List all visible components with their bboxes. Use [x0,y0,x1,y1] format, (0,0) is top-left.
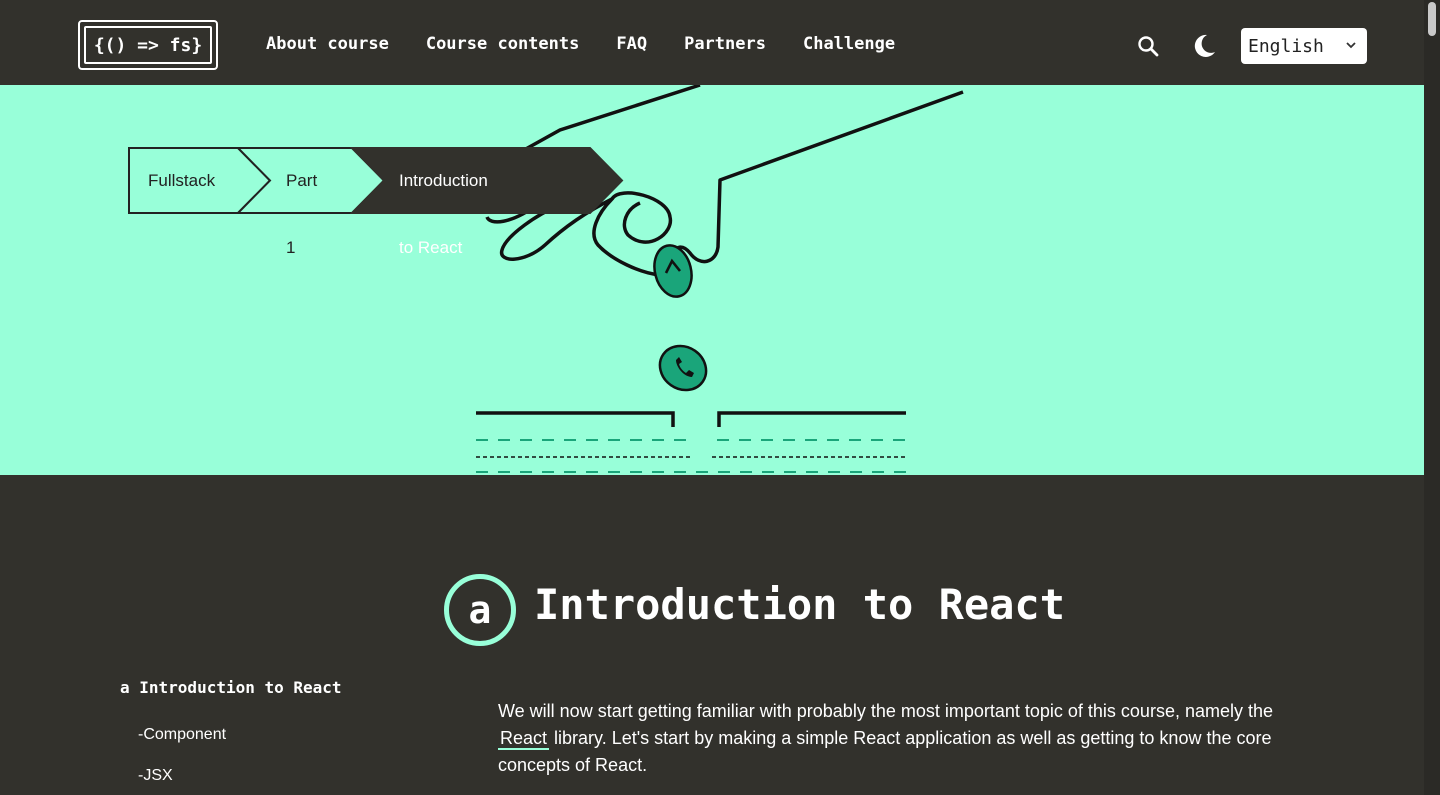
paragraph-text-start: We will now start getting familiar with … [498,701,1274,721]
breadcrumb-part-1[interactable]: Part 1 [286,147,317,257]
breadcrumb-fullstack[interactable]: Fullstack [148,147,215,214]
logo[interactable]: {() => fs} [78,20,218,70]
nav-partners[interactable]: Partners [684,34,766,54]
language-value: English [1248,35,1324,57]
table-of-contents: a Introduction to React -Component -JSX [120,678,342,784]
section-letter-badge: a [444,574,516,646]
language-select[interactable]: English [1241,28,1367,64]
scrollbar-thumb[interactable] [1428,2,1436,36]
hand-coin-illustration [476,85,964,473]
chevron-down-icon [1346,42,1356,49]
nav-course-contents[interactable]: Course contents [426,34,580,54]
search-icon[interactable] [1136,34,1160,58]
scrollbar[interactable] [1424,0,1440,795]
intro-paragraph: We will now start getting familiar with … [498,698,1278,779]
toc-item-jsx[interactable]: -JSX [138,767,173,785]
page-title: Introduction to React [534,580,1066,629]
main-nav: About course Course contents FAQ Partner… [266,34,932,54]
nav-about-course[interactable]: About course [266,34,389,54]
toc-item-component[interactable]: -Component [138,726,226,744]
hero-banner: Fullstack Part 1 Introduction to React [0,85,1440,475]
logo-text: {() => fs} [84,26,212,64]
moon-icon[interactable] [1190,32,1218,60]
paragraph-text-end: library. Let's start by making a simple … [498,728,1272,775]
toc-heading[interactable]: a Introduction to React [120,678,342,697]
site-header: {() => fs} About course Course contents … [0,0,1440,86]
react-link[interactable]: React [498,728,550,750]
breadcrumb-current: Introduction to React [399,171,488,257]
nav-challenge[interactable]: Challenge [803,34,895,54]
nav-faq[interactable]: FAQ [616,34,647,54]
